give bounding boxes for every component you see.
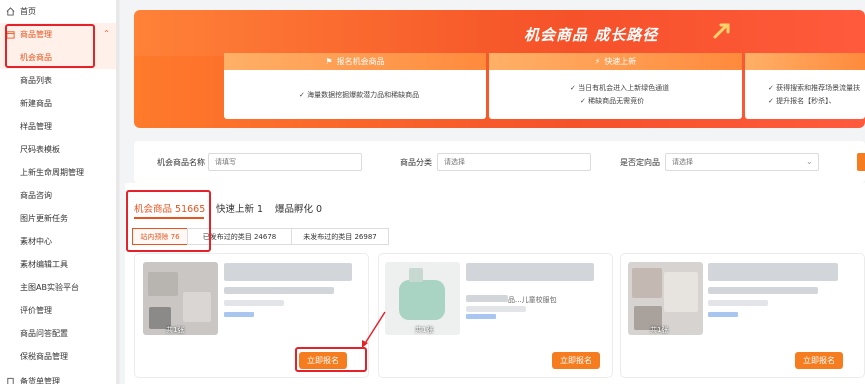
image-count-badge: 共1张 xyxy=(650,326,669,334)
highlight-box-sidebar xyxy=(5,24,95,68)
sidebar-item-material-center[interactable]: 素材中心 xyxy=(0,230,118,253)
thumb-blur xyxy=(664,272,698,312)
highlight-box-tabs xyxy=(126,190,211,252)
sidebar-item-stock-orders[interactable]: 备货单管理 xyxy=(0,370,118,384)
sidebar-item-label: 首页 xyxy=(20,7,36,16)
thumb-blur xyxy=(148,272,178,296)
blurred-title xyxy=(708,263,838,281)
search-button[interactable] xyxy=(857,153,865,171)
highlight-box-apply xyxy=(295,347,367,372)
chevron-down-icon: ⌄ xyxy=(806,157,813,166)
blurred-meta xyxy=(466,306,526,312)
rising-arrow-icon xyxy=(713,23,730,39)
fixed-product-select[interactable] xyxy=(665,153,819,171)
sidebar-item-label: 尺码表模板 xyxy=(20,145,60,154)
banner-decoration xyxy=(134,10,494,56)
step-line: ✓ 稀缺商品无需竞价 xyxy=(580,97,645,105)
category-select[interactable] xyxy=(437,153,591,171)
step-head-label: 快速上新 xyxy=(604,57,637,66)
sidebar-item-size-template[interactable]: 尺码表模板 xyxy=(0,138,118,161)
image-count-badge: 共1张 xyxy=(415,326,434,334)
flag-icon: ⚑ xyxy=(325,57,333,66)
opportunity-name-input[interactable] xyxy=(208,153,362,171)
sidebar-item-label: 商品问答配置 xyxy=(20,329,68,338)
sidebar-item-label: 素材中心 xyxy=(20,237,52,246)
sidebar-item-home[interactable]: 首页 xyxy=(0,0,118,23)
sidebar-item-reviews[interactable]: 评价管理 xyxy=(0,299,118,322)
sidebar-item-consult[interactable]: 商品咨询 xyxy=(0,184,118,207)
blurred-subtitle xyxy=(224,287,334,294)
clipboard-icon xyxy=(7,377,14,384)
sidebar-item-qa[interactable]: 商品问答配置 xyxy=(0,322,118,345)
sidebar-item-label: 素材编辑工具 xyxy=(20,260,68,269)
step-line: ✓ 海量数据挖掘爆款潜力品和稀缺商品 xyxy=(299,91,420,99)
banner-title: 机会商品 成长路径 xyxy=(524,26,659,44)
sidebar-scrollbar[interactable] xyxy=(116,0,119,384)
thumb-blur xyxy=(399,280,445,320)
blurred-meta xyxy=(224,300,284,306)
apply-now-button[interactable]: 立即报名 xyxy=(795,352,843,369)
blurred-tag xyxy=(708,312,738,317)
image-count-badge: 共1张 xyxy=(166,326,185,334)
category-label: 商品分类 xyxy=(400,158,432,167)
sidebar-item-samples[interactable]: 样品管理 xyxy=(0,115,118,138)
thumb-blur xyxy=(632,268,662,298)
sidebar-item-label: 图片更新任务 xyxy=(20,214,68,223)
sidebar-item-label: 商品列表 xyxy=(20,76,52,85)
opportunity-name-label: 机会商品名称 xyxy=(157,158,205,167)
step-line: ✓ 获得搜索和推荐场景流量扶 xyxy=(768,84,861,92)
chevron-up-icon: ⌃ xyxy=(103,29,110,38)
thumb-blur xyxy=(409,268,423,282)
sidebar-item-label: 评价管理 xyxy=(20,306,52,315)
sidebar-item-ab-test[interactable]: 主图AB实验平台 xyxy=(0,276,118,299)
thumb-blur xyxy=(183,292,211,322)
step-head-label: 报名机会商品 xyxy=(336,57,385,66)
step-line: ✓ 提升报名【秒杀】、 xyxy=(768,97,836,105)
sidebar-item-label: 商品咨询 xyxy=(20,191,52,200)
sidebar-item-label: 备货单管理 xyxy=(20,377,60,384)
sidebar-item-material-tools[interactable]: 素材编辑工具 xyxy=(0,253,118,276)
subtab-unpublished-categories[interactable]: 未发布过的类目 26987 xyxy=(291,228,389,245)
sidebar-item-product-list[interactable]: 商品列表 xyxy=(0,69,118,92)
sidebar-item-image-tasks[interactable]: 图片更新任务 xyxy=(0,207,118,230)
blurred-tag xyxy=(224,312,254,317)
blurred-subtitle xyxy=(708,287,818,294)
lightning-icon: ⚡ xyxy=(594,57,601,66)
sidebar-item-label: 上新生命周期管理 xyxy=(20,168,84,177)
apply-now-button[interactable]: 立即报名 xyxy=(552,352,600,369)
blurred-subtitle xyxy=(466,295,508,302)
sidebar-item-label: 主图AB实验平台 xyxy=(20,283,79,292)
step-line: ✓ 当日有机会进入上新绿色通道 xyxy=(570,84,670,92)
step-head-2: ⚡ 快速上新 xyxy=(489,53,742,70)
step-head-1: ⚑ 报名机会商品 xyxy=(224,53,486,70)
blurred-meta xyxy=(708,300,768,306)
home-icon xyxy=(6,7,15,16)
blurred-title xyxy=(224,263,352,281)
sidebar-item-lifecycle[interactable]: 上新生命周期管理 xyxy=(0,161,118,184)
sidebar-item-label: 新建商品 xyxy=(20,99,52,108)
sidebar-item-new-product[interactable]: 新建商品 xyxy=(0,92,118,115)
blurred-tag xyxy=(466,314,496,319)
blurred-title xyxy=(466,263,594,281)
fixed-product-label: 是否定向品 xyxy=(620,158,660,167)
product-subtitle: 品...儿童校服包 xyxy=(508,296,557,304)
sidebar-item-bonded[interactable]: 保税商品管理 xyxy=(0,345,118,368)
tab-hot-incubation[interactable]: 爆品孵化 0 xyxy=(275,201,322,215)
sidebar-item-label: 样品管理 xyxy=(20,122,52,131)
sidebar-item-label: 保税商品管理 xyxy=(20,352,68,361)
step-head-3 xyxy=(745,53,865,70)
tab-quick-launch[interactable]: 快速上新 1 xyxy=(216,201,263,215)
